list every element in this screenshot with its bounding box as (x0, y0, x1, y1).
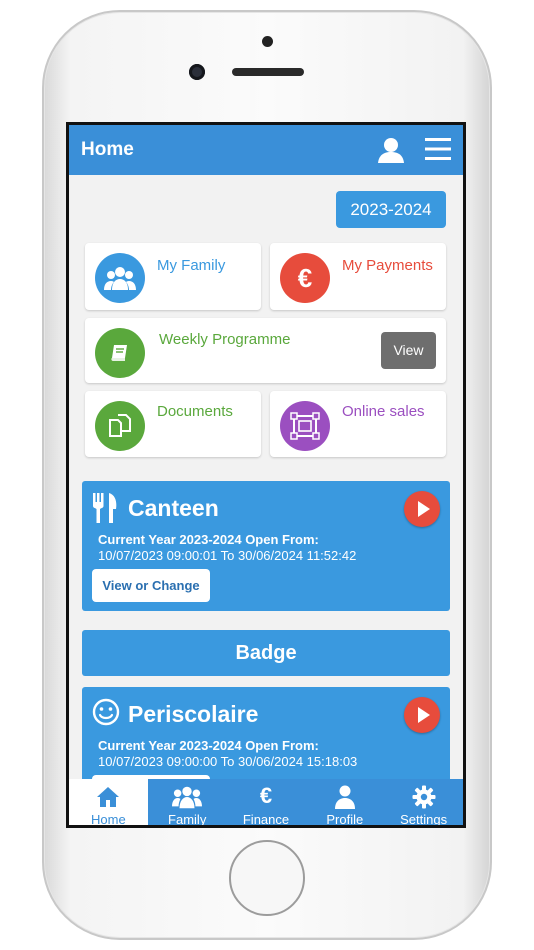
euro-icon: € (259, 783, 273, 808)
online-sales-circle (280, 401, 330, 451)
canteen-dates-line: 10/07/2023 09:00:01 To 30/06/2024 11:52:… (98, 548, 357, 563)
weekly-view-button[interactable]: View (381, 332, 436, 369)
gear-icon (412, 785, 436, 809)
periscolaire-play-button[interactable] (404, 697, 440, 733)
smiley-icon (92, 698, 120, 726)
school-year-button[interactable]: 2023-2024 (336, 191, 446, 228)
tab-family[interactable]: Family (148, 779, 227, 825)
tab-settings-label: Settings (400, 812, 448, 827)
group-icon (172, 786, 203, 809)
euro-icon: € (297, 262, 313, 293)
tab-family-label: Family (168, 812, 207, 827)
tab-profile-label: Profile (326, 812, 364, 827)
badge-button[interactable]: Badge (82, 630, 450, 676)
home-hardware-button[interactable] (229, 840, 305, 916)
home-icon (97, 787, 120, 807)
fork-knife-icon (93, 493, 117, 523)
family-circle (95, 253, 145, 303)
canteen-year-line: Current Year 2023-2024 Open From: (98, 532, 319, 547)
my-family-label: My Family (157, 257, 226, 274)
payments-circle: € (280, 253, 330, 303)
documents-icon (109, 414, 131, 437)
weekly-programme-label: Weekly Programme (159, 331, 291, 348)
canteen-play-button[interactable] (404, 491, 440, 527)
my-payments-card[interactable]: € My Payments (270, 243, 446, 310)
periscolaire-year-line: Current Year 2023-2024 Open From: (98, 738, 319, 753)
tab-home[interactable]: Home (69, 779, 148, 825)
user-icon[interactable] (377, 137, 405, 163)
my-family-card[interactable]: My Family (85, 243, 261, 310)
weekly-circle (95, 328, 145, 378)
app-screen: Home 2023-2024 My Family € My Payments W… (66, 122, 466, 828)
tab-finance[interactable]: € Finance (227, 779, 306, 827)
tab-home-label: Home (91, 812, 126, 827)
documents-label: Documents (157, 403, 233, 420)
hamburger-menu-icon[interactable] (424, 137, 452, 161)
periscolaire-dates-line: 10/07/2023 09:00:00 To 30/06/2024 15:18:… (98, 754, 358, 769)
canteen-panel: Canteen Current Year 2023-2024 Open From… (82, 481, 450, 611)
my-payments-label: My Payments (342, 257, 433, 274)
vector-frame-icon (290, 412, 320, 440)
online-sales-label: Online sales (342, 403, 425, 420)
online-sales-card[interactable]: Online sales (270, 391, 446, 457)
bottom-tab-bar: Home Family € Finance Profile Settings (69, 779, 463, 825)
tab-profile[interactable]: Profile (305, 779, 384, 825)
earpiece-speaker (232, 68, 304, 76)
page-title: Home (81, 139, 134, 160)
sensor-dot (262, 36, 273, 47)
tab-finance-label: Finance (242, 812, 290, 827)
front-camera (189, 64, 205, 80)
canteen-view-change-button[interactable]: View or Change (92, 569, 210, 602)
documents-card[interactable]: Documents (85, 391, 261, 457)
group-icon (104, 267, 136, 290)
periscolaire-title: Periscolaire (128, 701, 259, 727)
book-icon (111, 345, 127, 361)
weekly-programme-card[interactable]: Weekly Programme View (85, 318, 446, 383)
person-icon (334, 785, 355, 809)
periscolaire-panel: Periscolaire Current Year 2023-2024 Open… (82, 687, 450, 779)
documents-circle (95, 401, 145, 451)
home-content: 2023-2024 My Family € My Payments Weekly… (69, 175, 463, 779)
app-bar: Home (69, 125, 463, 175)
canteen-title: Canteen (128, 495, 219, 521)
tab-settings[interactable]: Settings (384, 779, 463, 825)
